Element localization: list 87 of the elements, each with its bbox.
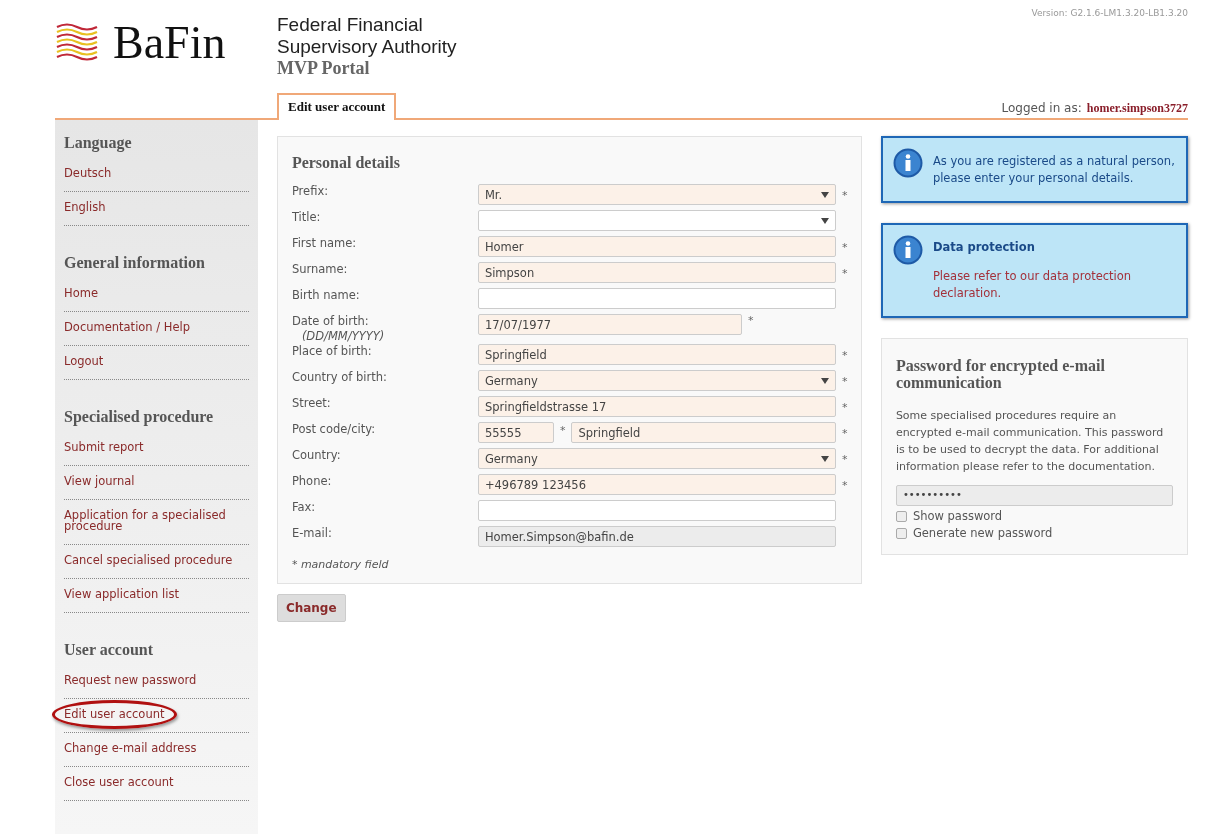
checkbox-label: Generate new password — [912, 526, 1053, 540]
field-label: Title: — [291, 210, 322, 224]
notice-text: As you are registered as a natural person, please enter your personal details. — [932, 153, 1176, 187]
sidebar-heading: Specialised procedure — [64, 408, 215, 426]
caret-icon — [820, 377, 829, 384]
form-title: Personal details — [291, 154, 401, 172]
sidebar-heading: General information — [64, 254, 206, 272]
input-field[interactable]: Springfieldstrasse 17 — [477, 396, 836, 417]
sidebar-link[interactable]: Edit user account — [64, 709, 249, 720]
input-field[interactable]: Simpson — [477, 262, 836, 283]
required-asterisk: * — [840, 375, 848, 388]
format-hint: (DD/MM/YYYY) — [300, 328, 386, 344]
input-field[interactable]: +496789 123456 — [477, 474, 836, 495]
dropdown[interactable] — [477, 210, 836, 231]
caret-icon — [820, 217, 829, 224]
required-asterisk: * — [840, 453, 848, 466]
field-label: Post code/city: — [291, 422, 377, 436]
panel-description: Some specialised procedures require an encrypted e-mail communication. This password is to be used to decrypt the data. For additional information please refer to the documentation. — [895, 408, 1165, 475]
sidebar-link[interactable]: View journal — [64, 476, 249, 487]
field-label: Country of birth: — [291, 370, 388, 384]
input-field[interactable]: Springfield — [571, 422, 836, 443]
checkbox[interactable] — [895, 527, 907, 539]
change-button[interactable]: Change — [276, 594, 346, 622]
required-asterisk: * — [840, 427, 848, 440]
brand-name: BaFin — [113, 16, 226, 69]
field-label: First name: — [291, 236, 358, 250]
field-label: Street: — [291, 396, 332, 410]
required-asterisk: * — [840, 401, 848, 414]
field-label: Fax: — [291, 500, 317, 514]
field-label: Prefix: — [291, 184, 330, 198]
sidebar-link[interactable]: Documentation / Help — [64, 322, 249, 333]
input-field[interactable] — [477, 288, 836, 309]
sidebar-link[interactable]: Application for a specialised procedure — [64, 510, 249, 532]
organisation-name: Federal Financial — [277, 14, 424, 36]
sidebar-link[interactable]: Logout — [64, 356, 249, 367]
sidebar-link[interactable]: Home — [64, 288, 249, 299]
field-label: Place of birth: — [291, 344, 373, 358]
sidebar-link[interactable]: Cancel specialised procedure — [64, 555, 249, 566]
sidebar-link[interactable]: English — [64, 202, 249, 213]
input-field[interactable]: Homer.Simpson@bafin.de — [477, 526, 836, 547]
sidebar-link[interactable]: Change e-mail address — [64, 743, 249, 754]
input-field[interactable]: 55555 — [477, 422, 554, 443]
input-field[interactable] — [477, 500, 836, 521]
dropdown[interactable]: Germany — [477, 370, 836, 391]
dropdown[interactable]: Mr. — [477, 184, 836, 205]
caret-icon — [820, 455, 829, 462]
input-field[interactable]: 17/07/1977 — [477, 314, 742, 335]
required-asterisk: * — [746, 314, 754, 329]
required-asterisk: * — [840, 479, 848, 492]
field-label: Date of birth: — [291, 314, 370, 328]
required-asterisk: * — [840, 189, 848, 202]
password-field[interactable]: •••••••••• — [895, 485, 1173, 506]
checkbox[interactable] — [895, 510, 907, 522]
username: homer.simpson3727 — [1086, 101, 1188, 116]
sidebar-link[interactable]: Submit report — [64, 442, 249, 453]
logged-in-label: Logged in as: — [1001, 101, 1082, 116]
required-asterisk: * — [840, 241, 848, 254]
info-icon — [892, 148, 923, 178]
field-label: Birth name: — [291, 288, 361, 302]
dropdown[interactable]: Germany — [477, 448, 836, 469]
notice-text: Please refer to our data protection declaration. — [932, 268, 1133, 302]
input-field[interactable]: Homer — [477, 236, 836, 257]
required-asterisk: * — [558, 423, 567, 439]
portal-name: MVP Portal — [277, 58, 371, 79]
panel-title: Password for encrypted e-mail communication — [895, 357, 1106, 391]
notice-title: Data protection — [932, 240, 1036, 254]
sidebar-link[interactable]: Deutsch — [64, 168, 249, 179]
checkbox-label: Show password — [912, 509, 1003, 523]
required-asterisk: * — [840, 267, 848, 280]
page-tab[interactable]: Edit user account — [277, 93, 397, 120]
field-label: Phone: — [291, 474, 333, 488]
field-label: Surname: — [291, 262, 349, 276]
sidebar-link[interactable]: Close user account — [64, 777, 249, 788]
required-asterisk: * — [840, 349, 848, 362]
field-label: Country: — [291, 448, 342, 462]
wave-logo-icon — [55, 22, 99, 63]
sidebar-link[interactable]: View application list — [64, 589, 249, 600]
field-label: E-mail: — [291, 526, 333, 540]
sidebar-link[interactable]: Request new password — [64, 675, 249, 686]
version-text: Version: G2.1.6-LM1.3.20-LB1.3.20 — [1031, 8, 1188, 18]
organisation-name: Supervisory Authority — [277, 36, 457, 58]
mandatory-note: *mandatory field — [291, 558, 390, 571]
caret-icon — [820, 191, 829, 198]
input-field[interactable]: Springfield — [477, 344, 836, 365]
info-icon — [892, 235, 923, 265]
sidebar-heading: Language — [64, 134, 133, 152]
sidebar-heading: User account — [64, 641, 155, 659]
